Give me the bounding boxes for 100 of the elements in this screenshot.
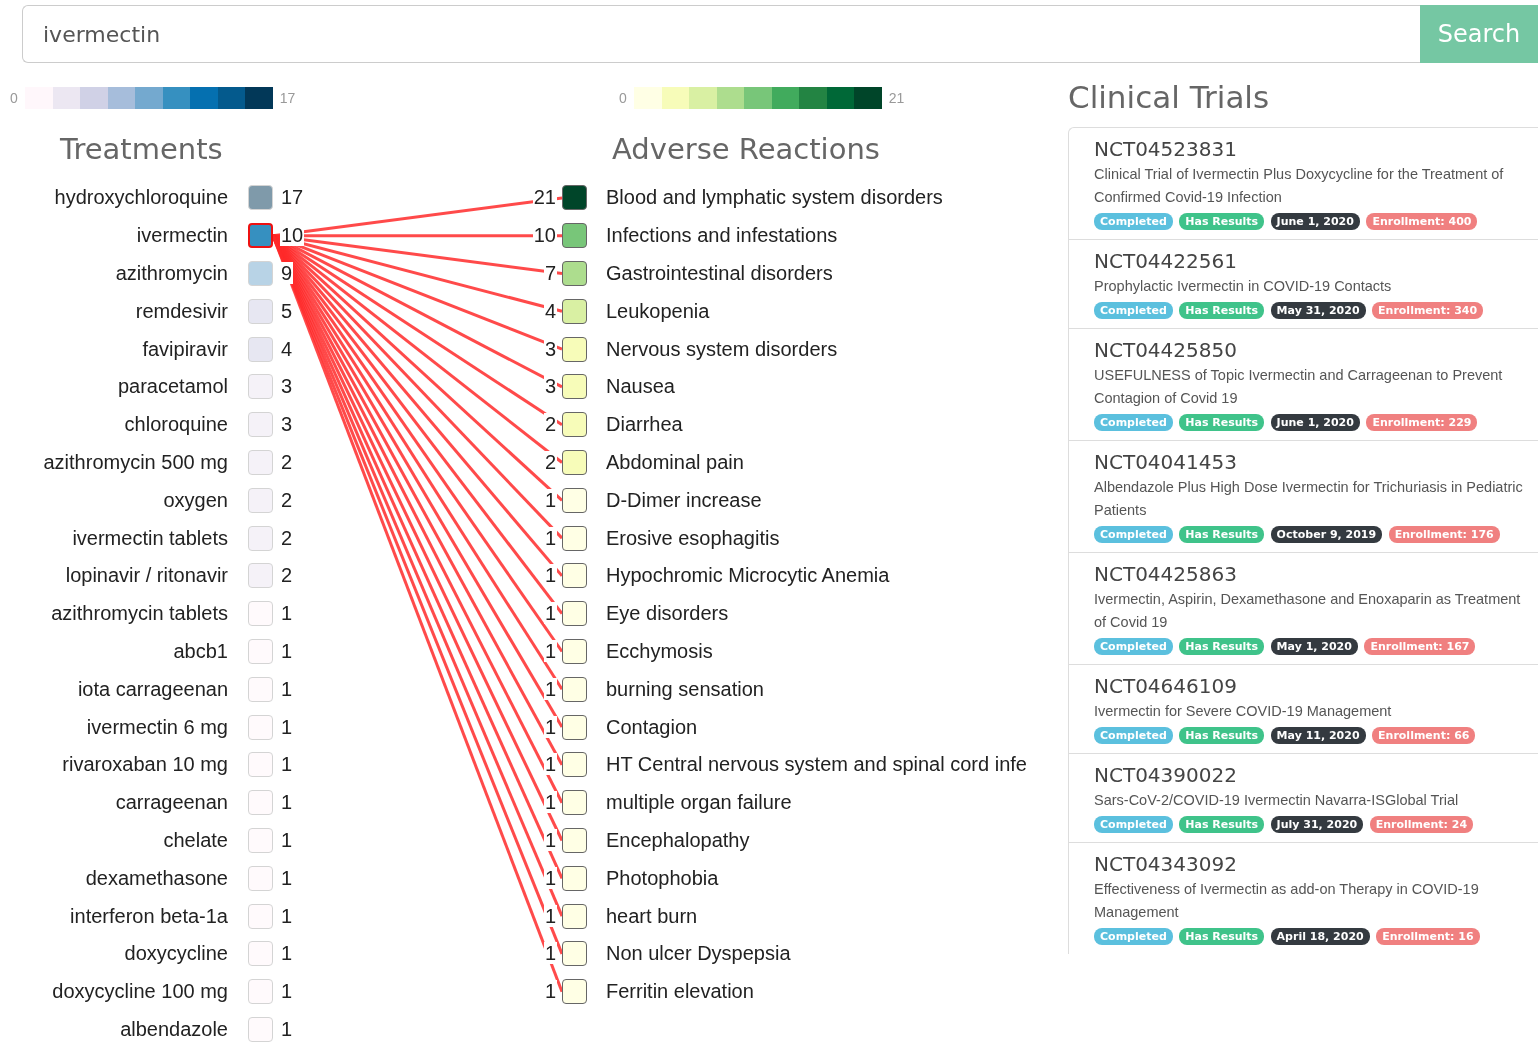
treatment-count: 9 [280, 262, 294, 284]
treatment-name[interactable]: ivermectin 6 mg [0, 715, 228, 739]
reaction-name[interactable]: Infections and infestations [606, 224, 838, 248]
treatment-name[interactable]: iota carrageenan [0, 677, 228, 701]
reaction-node[interactable] [562, 185, 587, 211]
reaction-node[interactable] [562, 525, 587, 551]
treatment-name[interactable]: interferon beta-1a [0, 904, 228, 928]
search-field[interactable]: ivermectin [22, 5, 1420, 63]
reaction-node[interactable] [562, 790, 587, 816]
reaction-name[interactable]: Nausea [606, 375, 675, 399]
reaction-name[interactable]: Blood and lymphatic system disorders [606, 186, 943, 210]
trial-card[interactable]: NCT04425863 Ivermectin, Aspirin, Dexamethasone and Enoxaparin as Treatment of Covid 19 Completed Has Results May 1, 2020 Enrollment: 167 [1068, 552, 1538, 664]
status-badge: Completed [1094, 213, 1173, 230]
reaction-node[interactable] [562, 979, 587, 1005]
reaction-count: 1 [543, 791, 557, 814]
reaction-name[interactable]: Erosive esophagitis [606, 526, 780, 550]
trial-card[interactable]: NCT04343092 Effectiveness of Ivermectin as add-on Therapy in COVID-19 Management Completed Has Results April 18, 2020 Enrollment: 16 [1068, 842, 1538, 954]
reaction-name[interactable]: Non ulcer Dyspepsia [606, 942, 791, 966]
reaction-node[interactable] [562, 638, 587, 664]
treatment-name[interactable]: remdesivir [0, 299, 228, 323]
reaction-node[interactable] [562, 714, 587, 740]
treatment-name[interactable]: dexamethasone [0, 866, 228, 890]
treatment-name[interactable]: paracetamol [0, 375, 228, 399]
reaction-name[interactable]: Leukopenia [606, 299, 710, 323]
enrollment-badge: Enrollment: 16 [1376, 928, 1480, 945]
trial-card[interactable]: NCT04422561 Prophylactic Ivermectin in COVID-19 Contacts Completed Has Results May 31, 2020 Enrollment: 340 [1068, 239, 1538, 328]
reaction-name[interactable]: Ecchymosis [606, 639, 713, 663]
treatment-name[interactable]: chloroquine [0, 413, 228, 437]
reaction-node[interactable] [562, 298, 587, 324]
panel-heading: Clinical Trials [1068, 78, 1271, 117]
reaction-name[interactable]: HT Central nervous system and spinal cord infe [606, 753, 1027, 777]
scale-min-label: 0 [10, 90, 18, 106]
treatment-name[interactable]: albendazole [0, 1017, 228, 1041]
reaction-name[interactable]: Hypochromic Microcytic Anemia [606, 564, 890, 588]
reaction-node[interactable] [562, 261, 587, 286]
reaction-node[interactable] [562, 487, 587, 513]
treatment-name[interactable]: ivermectin [0, 224, 228, 248]
reaction-node[interactable] [562, 336, 587, 362]
reaction-name[interactable]: heart burn [606, 904, 698, 928]
reaction-node[interactable] [562, 223, 587, 249]
reaction-count: 1 [543, 677, 557, 700]
reaction-name[interactable]: Nervous system disorders [606, 337, 838, 361]
trial-id: NCT04422561 [1094, 249, 1238, 273]
reaction-name[interactable]: multiple organ failure [606, 791, 792, 815]
treatment-name[interactable]: ivermectin tablets [0, 526, 228, 550]
reaction-node[interactable] [562, 865, 587, 891]
enrollment-badge: Enrollment: 229 [1366, 414, 1478, 431]
reaction-node[interactable] [562, 601, 587, 627]
reaction-name[interactable]: Encephalopathy [606, 828, 750, 852]
reaction-name[interactable]: burning sensation [606, 677, 764, 701]
reaction-node[interactable] [562, 449, 587, 475]
status-badge: Completed [1094, 727, 1173, 744]
reaction-node[interactable] [562, 676, 587, 702]
trial-card[interactable]: NCT04041453 Albendazole Plus High Dose Ivermectin for Trichuriasis in Pediatric Patients Completed Has Results October 9, 2019 Enrollment: 176 [1068, 440, 1538, 552]
treatment-name[interactable]: lopinavir / ritonavir [0, 564, 228, 588]
reaction-name[interactable]: Eye disorders [606, 602, 729, 626]
reaction-node[interactable] [562, 903, 587, 929]
trial-title: Sars-CoV-2/COVID-19 Ivermectin Navarra-ISGlobal Trial [1094, 791, 1460, 810]
results-badge: Has Results [1179, 727, 1265, 744]
status-badge: Completed [1094, 928, 1173, 945]
treatment-name[interactable]: doxycycline [0, 942, 228, 966]
reaction-node[interactable] [562, 827, 587, 853]
treatment-name[interactable]: rivaroxaban 10 mg [0, 753, 228, 777]
reaction-node[interactable] [562, 412, 587, 438]
trial-card[interactable]: NCT04425850 USEFULNESS of Topic Ivermectin and Carrageenan to Prevent Contagion of Covid 19 Completed Has Results June 1, 2020 Enrollment: 229 [1068, 328, 1538, 440]
date-badge: July 31, 2020 [1270, 816, 1364, 833]
reaction-name[interactable]: Diarrhea [606, 413, 683, 437]
treatment-name[interactable]: chelate [0, 828, 228, 852]
trial-title: Effectiveness of Ivermectin as add-on Therapy in COVID-19 Management [1094, 880, 1480, 922]
reaction-name[interactable]: D-Dimer increase [606, 488, 762, 512]
trial-title: Albendazole Plus High Dose Ivermectin for Trichuriasis in Pediatric Patients [1094, 478, 1524, 520]
treatment-name[interactable]: favipiravir [0, 337, 228, 361]
trial-card[interactable]: NCT04646109 Ivermectin for Severe COVID-19 Management Completed Has Results May 11, 2020 Enrollment: 66 [1068, 664, 1538, 753]
reaction-count: 1 [543, 602, 557, 625]
reaction-node[interactable] [562, 752, 587, 778]
status-badge: Completed [1094, 638, 1173, 655]
treatment-name[interactable]: carrageenan [0, 791, 228, 815]
treatment-name[interactable]: azithromycin 500 mg [0, 450, 228, 474]
treatment-name[interactable]: azithromycin tablets [0, 602, 228, 626]
treatment-node[interactable] [248, 223, 273, 249]
trial-card[interactable]: NCT04390022 Sars-CoV-2/COVID-19 Ivermectin Navarra-ISGlobal Trial Completed Has Results July 31, 2020 Enrollment: 24 [1068, 753, 1538, 842]
reaction-name[interactable]: Photophobia [606, 866, 719, 890]
enrollment-badge: Enrollment: 66 [1372, 727, 1476, 744]
trial-id: NCT04041453 [1094, 450, 1238, 474]
results-badge: Has Results [1179, 928, 1265, 945]
column-heading: Adverse Reactions [612, 131, 881, 168]
treatment-name[interactable]: doxycycline 100 mg [0, 980, 228, 1004]
reaction-node[interactable] [562, 941, 587, 967]
trial-card[interactable]: NCT04523831 Clinical Trial of Ivermectin Plus Doxycycline for the Treatment of Confirmed Covid-19 Infection Completed Has Results June 1, 2020 Enrollment: 400 [1068, 127, 1538, 239]
reaction-name[interactable]: Ferritin elevation [606, 980, 754, 1004]
reaction-name[interactable]: Abdominal pain [606, 450, 744, 474]
treatment-name[interactable]: abcb1 [0, 639, 228, 663]
reaction-name[interactable]: Gastrointestinal disorders [606, 262, 833, 285]
reaction-name[interactable]: Contagion [606, 715, 698, 739]
treatment-name[interactable]: oxygen [0, 488, 228, 512]
treatment-name[interactable]: azithromycin [0, 262, 228, 285]
reaction-node[interactable] [562, 374, 587, 400]
treatment-name[interactable]: hydroxychloroquine [0, 186, 228, 210]
reaction-node[interactable] [562, 563, 587, 589]
enrollment-badge: Enrollment: 340 [1372, 302, 1484, 319]
